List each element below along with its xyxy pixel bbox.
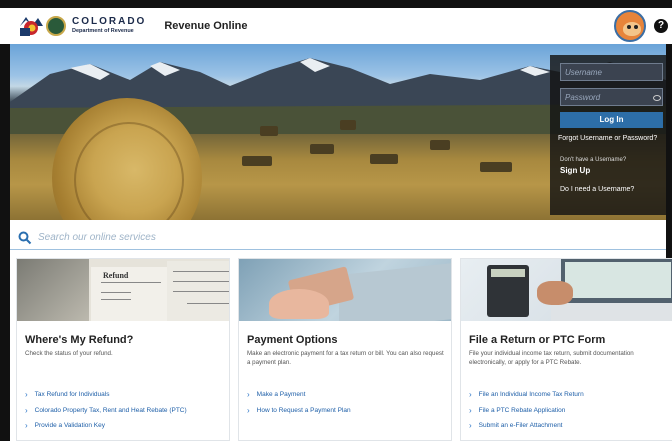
chevron-right-icon: ›: [247, 405, 250, 415]
card-description: File your individual income tax return, …: [469, 350, 634, 366]
hay-bale: [260, 126, 278, 136]
refund-card-image: Refund: [17, 259, 229, 321]
refund-image-text: Refund: [103, 271, 129, 280]
document-line: [173, 281, 229, 282]
search-placeholder[interactable]: Search our online services: [38, 232, 156, 243]
link-file-income-tax-return[interactable]: › File an Individual Income Tax Return: [469, 387, 584, 403]
avatar-face: [623, 22, 641, 36]
search-icon: [18, 231, 32, 244]
login-button[interactable]: Log In: [560, 112, 663, 128]
link-property-tax-rebate[interactable]: › Colorado Property Tax, Rent and Heat Re…: [25, 403, 187, 419]
link-label: Submit an e-Filer Attachment: [478, 422, 563, 430]
logo-text: COLORADO Department of Revenue: [72, 17, 146, 35]
logo-subtitle: Department of Revenue: [72, 28, 134, 35]
document-line: [101, 299, 131, 300]
document-line: [187, 303, 229, 304]
link-tax-refund-individuals[interactable]: › Tax Refund for Individuals: [25, 387, 187, 403]
card-title: File a Return or PTC Form: [469, 334, 606, 346]
chevron-right-icon: ›: [247, 390, 250, 400]
hay-bale: [430, 140, 450, 150]
file-return-card-image: [461, 259, 672, 321]
header-actions: ?: [614, 10, 668, 42]
page: COLORADO Department of Revenue Revenue O…: [0, 0, 672, 441]
document-photo: [17, 259, 89, 321]
hay-bale: [480, 162, 512, 172]
card-title: Payment Options: [247, 334, 338, 346]
colorado-c-icon: [20, 17, 43, 36]
help-icon[interactable]: ?: [654, 19, 668, 33]
link-label: How to Request a Payment Plan: [256, 406, 351, 414]
card-description: Make an electronic payment for a tax ret…: [247, 350, 444, 366]
logo-title: COLORADO: [72, 16, 147, 28]
window-edge-top: [0, 0, 672, 8]
service-search[interactable]: Search our online services: [10, 226, 666, 250]
user-avatar[interactable]: [614, 10, 646, 42]
card-links: › Make a Payment › How to Request a Paymen…: [247, 387, 351, 418]
card-links: › File an Individual Income Tax Return › F…: [469, 387, 584, 434]
hay-bale: [340, 120, 356, 130]
link-label: Make a Payment: [256, 391, 306, 399]
card-description: Check the status of your refund.: [25, 350, 113, 357]
hand-photo: [269, 289, 329, 319]
window-edge-left: [0, 44, 10, 441]
link-label: File an Individual Income Tax Return: [478, 391, 584, 399]
hay-bale: [242, 156, 272, 166]
payment-card-image: [239, 259, 451, 321]
forgot-credentials-link[interactable]: Forgot Username or Password?: [558, 135, 657, 142]
login-panel: Log In Forgot Username or Password? Don'…: [550, 55, 666, 215]
document-line: [173, 291, 229, 292]
payment-card: Payment Options Make an electronic payme…: [238, 258, 452, 441]
site-header: COLORADO Department of Revenue Revenue O…: [10, 8, 672, 44]
link-label: File a PTC Rebate Application: [478, 406, 566, 414]
document-line: [101, 292, 131, 293]
chevron-right-icon: ›: [25, 405, 28, 415]
hay-bale: [310, 144, 334, 154]
password-input[interactable]: [560, 88, 663, 106]
hay-bale: [370, 154, 398, 164]
colorado-logo[interactable]: COLORADO Department of Revenue: [18, 15, 146, 37]
refund-card: Refund Where's My Refund? Check the stat…: [16, 258, 230, 441]
need-username-link[interactable]: Do I need a Username?: [560, 186, 634, 193]
service-cards: Refund Where's My Refund? Check the stat…: [10, 258, 672, 441]
chevron-right-icon: ›: [469, 405, 472, 415]
document-line: [173, 271, 229, 272]
link-efiler-attachment[interactable]: › Submit an e-Filer Attachment: [469, 418, 584, 434]
chevron-right-icon: ›: [469, 390, 472, 400]
laptop-screen: [565, 262, 671, 298]
show-password-icon[interactable]: [653, 95, 661, 101]
link-label: Provide a Validation Key: [34, 422, 106, 430]
link-ptc-rebate-application[interactable]: › File a PTC Rebate Application: [469, 403, 584, 419]
signup-link[interactable]: Sign Up: [560, 166, 590, 175]
calculator-screen: [491, 269, 525, 277]
avatar-eye: [634, 25, 638, 29]
username-input[interactable]: [560, 63, 663, 81]
hand-photo: [537, 281, 573, 305]
chevron-right-icon: ›: [469, 421, 472, 431]
link-payment-plan[interactable]: › How to Request a Payment Plan: [247, 403, 351, 419]
state-seal-icon: [46, 16, 66, 36]
chevron-right-icon: ›: [25, 421, 28, 431]
no-account-text: Don't have a Username?: [560, 157, 627, 163]
file-return-card: File a Return or PTC Form File your indi…: [460, 258, 672, 441]
link-validation-key[interactable]: › Provide a Validation Key: [25, 418, 187, 434]
link-label: Tax Refund for Individuals: [34, 391, 110, 399]
link-label: Colorado Property Tax, Rent and Heat Reb…: [34, 406, 187, 414]
keyboard-photo: [551, 303, 672, 321]
avatar-eye: [627, 25, 631, 29]
chevron-right-icon: ›: [25, 390, 28, 400]
card-links: › Tax Refund for Individuals › Colorado Pr…: [25, 387, 187, 434]
card-title: Where's My Refund?: [25, 334, 134, 346]
link-make-payment[interactable]: › Make a Payment: [247, 387, 351, 403]
laptop-photo: [339, 263, 451, 321]
app-title: Revenue Online: [164, 20, 248, 32]
document-line: [101, 282, 161, 283]
